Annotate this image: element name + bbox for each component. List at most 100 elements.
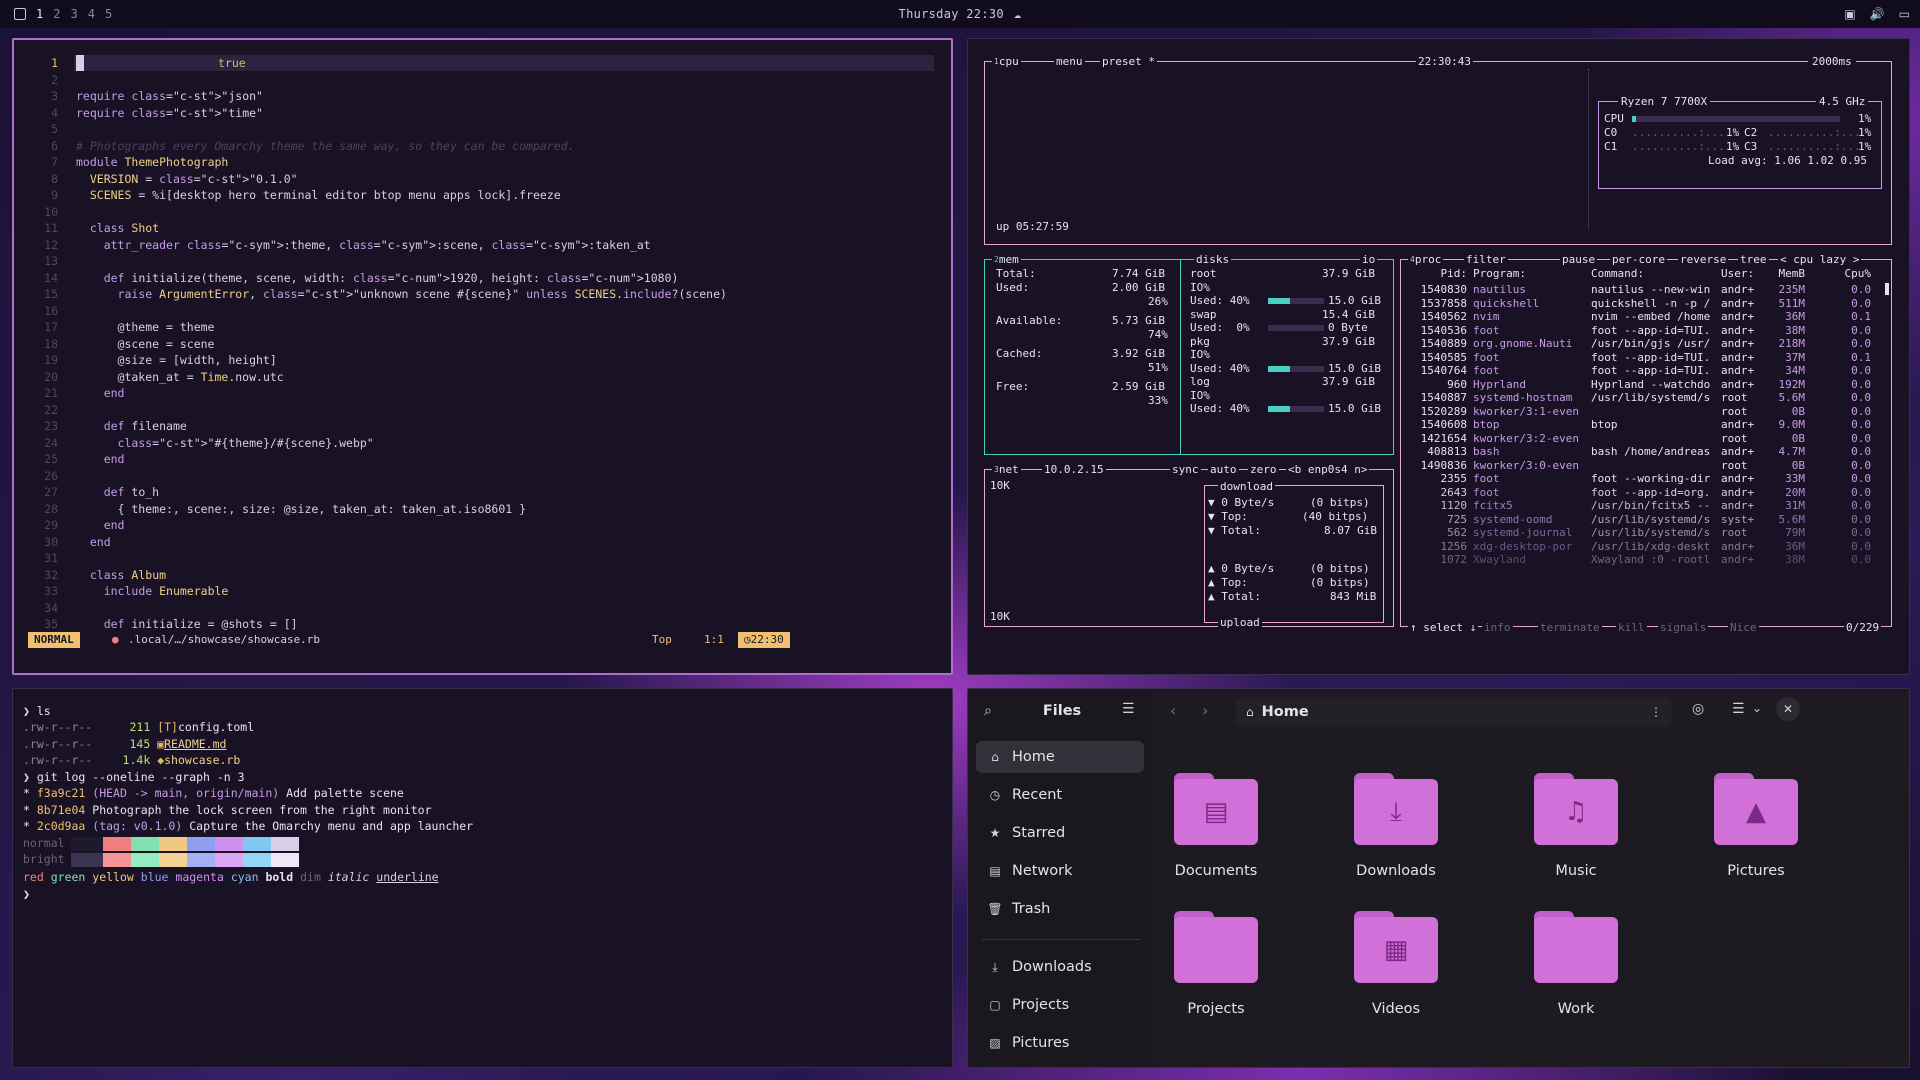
proc-row[interactable]: 1540585 foot foot --app-id=TUI. andr+ 37M 0.1 bbox=[1405, 351, 1885, 364]
sidebar-item-network[interactable]: ▤ Network bbox=[976, 855, 1144, 887]
folder-item-documents[interactable]: ▤ Documents bbox=[1141, 773, 1291, 893]
volume-icon[interactable]: 🔊 bbox=[1870, 7, 1885, 21]
screenshot-icon[interactable]: ◎ bbox=[1692, 701, 1704, 717]
proc-box-title[interactable]: 4proc bbox=[1408, 253, 1444, 267]
proc-pause[interactable]: pause bbox=[1560, 253, 1598, 267]
proc-row[interactable]: 725 systemd-oomd/usr/lib/systemd/s syst+ 5.… bbox=[1405, 513, 1885, 526]
proc-row[interactable]: 1072 Xwayland Xwayland :0 -rootl andr+ 38M 0.… bbox=[1405, 553, 1885, 566]
list-view-icon[interactable]: ☰ bbox=[1732, 701, 1745, 717]
workspace-3[interactable]: 3 bbox=[70, 7, 77, 21]
proc-header-pid[interactable]: Pid: bbox=[1405, 267, 1468, 281]
folder-icon: ▤ bbox=[1174, 773, 1258, 845]
cpu-box-title[interactable]: 1cpu bbox=[992, 55, 1021, 69]
workspace-icon[interactable] bbox=[14, 8, 26, 20]
forward-icon[interactable]: › bbox=[1202, 701, 1208, 720]
update-interval[interactable]: 2000ms bbox=[1808, 55, 1856, 69]
proc-row[interactable]: 1540830 nautilus nautilus --new-win andr+ 23… bbox=[1405, 283, 1885, 296]
folder-item-downloads[interactable]: ⤓ Downloads bbox=[1321, 773, 1471, 893]
proc-tree[interactable]: tree bbox=[1738, 253, 1769, 267]
proc-row[interactable]: 1540889 org.gnome.Nauti/usr/bin/gjs /usr/… bbox=[1405, 337, 1885, 350]
search-icon[interactable]: ⌕ bbox=[984, 703, 992, 719]
line-number: 12 bbox=[44, 237, 58, 252]
path-bar[interactable]: ⌂ Home ⋮ bbox=[1236, 697, 1672, 727]
sidebar-item-recent[interactable]: ◷ Recent bbox=[976, 779, 1144, 811]
folder-item-work[interactable]: Work bbox=[1501, 911, 1651, 1031]
sidebar-bookmark-projects[interactable]: ▢ Projects bbox=[976, 989, 1144, 1021]
proc-row[interactable]: 2355 foot foot --working-dir andr+ 33M 0.0 bbox=[1405, 472, 1885, 485]
hamburger-menu-icon[interactable]: ☰ bbox=[1122, 701, 1135, 717]
proc-row[interactable]: 1421654 kworker/3:2-even root 0B 0.0 bbox=[1405, 432, 1885, 445]
folder-item-videos[interactable]: ▦ Videos bbox=[1321, 911, 1471, 1031]
sidebar-item-starred[interactable]: ★ Starred bbox=[976, 817, 1144, 849]
disks-label[interactable]: disks bbox=[1194, 253, 1232, 267]
sidebar-item-home[interactable]: ⌂ Home bbox=[976, 741, 1144, 773]
proc-row[interactable]: 408813 bash bash /home/andreas andr+ 4.7M 0.0 bbox=[1405, 445, 1885, 458]
proc-row[interactable]: 1490836 kworker/3:0-even root 0B 0.0 bbox=[1405, 459, 1885, 472]
proc-row[interactable]: 960 Hyprland Hyprland --watchdo andr+ 192M 0.… bbox=[1405, 378, 1885, 391]
editor-window[interactable]: 1 true 2 3 require class="c-st">"json" 4 requi… bbox=[12, 38, 953, 675]
workspace-5[interactable]: 5 bbox=[105, 7, 112, 21]
proc-header-program[interactable]: Program: bbox=[1473, 267, 1526, 281]
proc-row[interactable]: 1540562 nvim nvim --embed /home andr+ 36M 0.1 bbox=[1405, 310, 1885, 323]
clock[interactable]: Thursday 22:30 ☁ bbox=[899, 7, 1022, 21]
back-icon[interactable]: ‹ bbox=[1170, 701, 1176, 720]
display-icon[interactable]: ▭ bbox=[1899, 7, 1910, 21]
preset-button[interactable]: preset * bbox=[1100, 55, 1157, 69]
net-interface[interactable]: <b enp0s4 n> bbox=[1286, 463, 1370, 477]
net-zero[interactable]: zero bbox=[1248, 463, 1279, 477]
path-home[interactable]: Home bbox=[1262, 704, 1309, 720]
files-window[interactable]: ⌕ Files ☰ ⌂ Home ◷ Recent ★ Starred ▤ Network 🗑 T… bbox=[967, 688, 1910, 1068]
terminal-window[interactable]: ❯ ls .rw-r--r-- 211 [T]config.toml .rw-r--… bbox=[12, 688, 953, 1068]
folder-item-projects[interactable]: Projects bbox=[1141, 911, 1291, 1031]
io-toggle[interactable]: io bbox=[1360, 253, 1378, 267]
chevron-down-icon[interactable]: ⌄ bbox=[1752, 701, 1762, 715]
workspace-2[interactable]: 2 bbox=[53, 7, 60, 21]
proc-row[interactable]: 1256 xdg-desktop-por/usr/lib/xdg-deskt and… bbox=[1405, 540, 1885, 553]
proc-row[interactable]: 1540536 foot foot --app-id=TUI. andr+ 38M 0.0 bbox=[1405, 324, 1885, 337]
proc-nice[interactable]: Nice bbox=[1728, 621, 1759, 635]
net-box-title[interactable]: 3net bbox=[992, 463, 1021, 477]
file-name[interactable]: showcase.rb bbox=[164, 753, 240, 767]
workspace-4[interactable]: 4 bbox=[88, 7, 95, 21]
screen-icon[interactable]: ▣ bbox=[1844, 7, 1855, 21]
proc-header-mem[interactable]: MemB bbox=[1771, 267, 1806, 281]
folder-item-music[interactable]: ♫ Music bbox=[1501, 773, 1651, 893]
path-menu-icon[interactable]: ⋮ bbox=[1650, 705, 1662, 719]
proc-row[interactable]: 1540764 foot foot --app-id=TUI. andr+ 34M 0.0 bbox=[1405, 364, 1885, 377]
sidebar-item-trash[interactable]: 🗑 Trash bbox=[976, 893, 1144, 925]
proc-scrollbar[interactable] bbox=[1885, 283, 1889, 295]
proc-row[interactable]: 1537858 quickshell quickshell -n -p / andr+… bbox=[1405, 297, 1885, 310]
file-name[interactable]: config.toml bbox=[178, 720, 254, 734]
sidebar-bookmark-downloads[interactable]: ⤓ Downloads bbox=[976, 951, 1144, 983]
proc-terminate[interactable]: terminate bbox=[1538, 621, 1602, 635]
proc-header-user[interactable]: User: bbox=[1721, 267, 1754, 281]
proc-header-command[interactable]: Command: bbox=[1591, 267, 1644, 281]
net-scale-top: 10K bbox=[990, 479, 1010, 492]
net-sync[interactable]: sync bbox=[1170, 463, 1201, 477]
proc-row[interactable]: 562 systemd-journal/usr/lib/systemd/s root… bbox=[1405, 526, 1885, 539]
mem-box-title[interactable]: 2mem bbox=[992, 253, 1021, 267]
proc-per-core[interactable]: per-core bbox=[1610, 253, 1667, 267]
proc-info[interactable]: info bbox=[1482, 621, 1513, 635]
close-button[interactable]: ✕ bbox=[1776, 697, 1800, 721]
folder-item-pictures[interactable]: ▲ Pictures bbox=[1681, 773, 1831, 893]
terminal-prompt[interactable]: ❯ bbox=[23, 886, 30, 903]
proc-row[interactable]: 2643 foot foot --app-id=org. andr+ 20M 0.0 bbox=[1405, 486, 1885, 499]
net-auto[interactable]: auto bbox=[1208, 463, 1239, 477]
file-name[interactable]: README.md bbox=[164, 737, 226, 751]
proc-row[interactable]: 1120 fcitx5/usr/bin/fcitx5 -- andr+ 31M 0.0 bbox=[1405, 499, 1885, 512]
proc-reverse[interactable]: reverse bbox=[1678, 253, 1729, 267]
proc-signals[interactable]: signals bbox=[1658, 621, 1709, 635]
proc-kill[interactable]: kill bbox=[1616, 621, 1647, 635]
proc-header-cpu[interactable]: Cpu% bbox=[1823, 267, 1872, 281]
workspace-1[interactable]: 1 bbox=[36, 7, 43, 21]
proc-row[interactable]: 1540608 btop btop andr+ 9.0M 0.0 bbox=[1405, 418, 1885, 431]
menu-button[interactable]: menu bbox=[1054, 55, 1085, 69]
proc-sort[interactable]: < cpu lazy > bbox=[1778, 253, 1862, 267]
btop-window[interactable]: 1cpu menu preset * 22:30:43 2000ms up 05… bbox=[967, 38, 1910, 675]
sidebar-bookmark-pictures[interactable]: ▨ Pictures bbox=[976, 1027, 1144, 1059]
proc-row[interactable]: 1540887 systemd-hostnam/usr/lib/systemd/s… bbox=[1405, 391, 1885, 404]
proc-select[interactable]: ↑ select ↓ bbox=[1408, 621, 1479, 635]
proc-row[interactable]: 1520289 kworker/3:1-even root 0B 0.0 bbox=[1405, 405, 1885, 418]
proc-filter[interactable]: filter bbox=[1464, 253, 1508, 267]
